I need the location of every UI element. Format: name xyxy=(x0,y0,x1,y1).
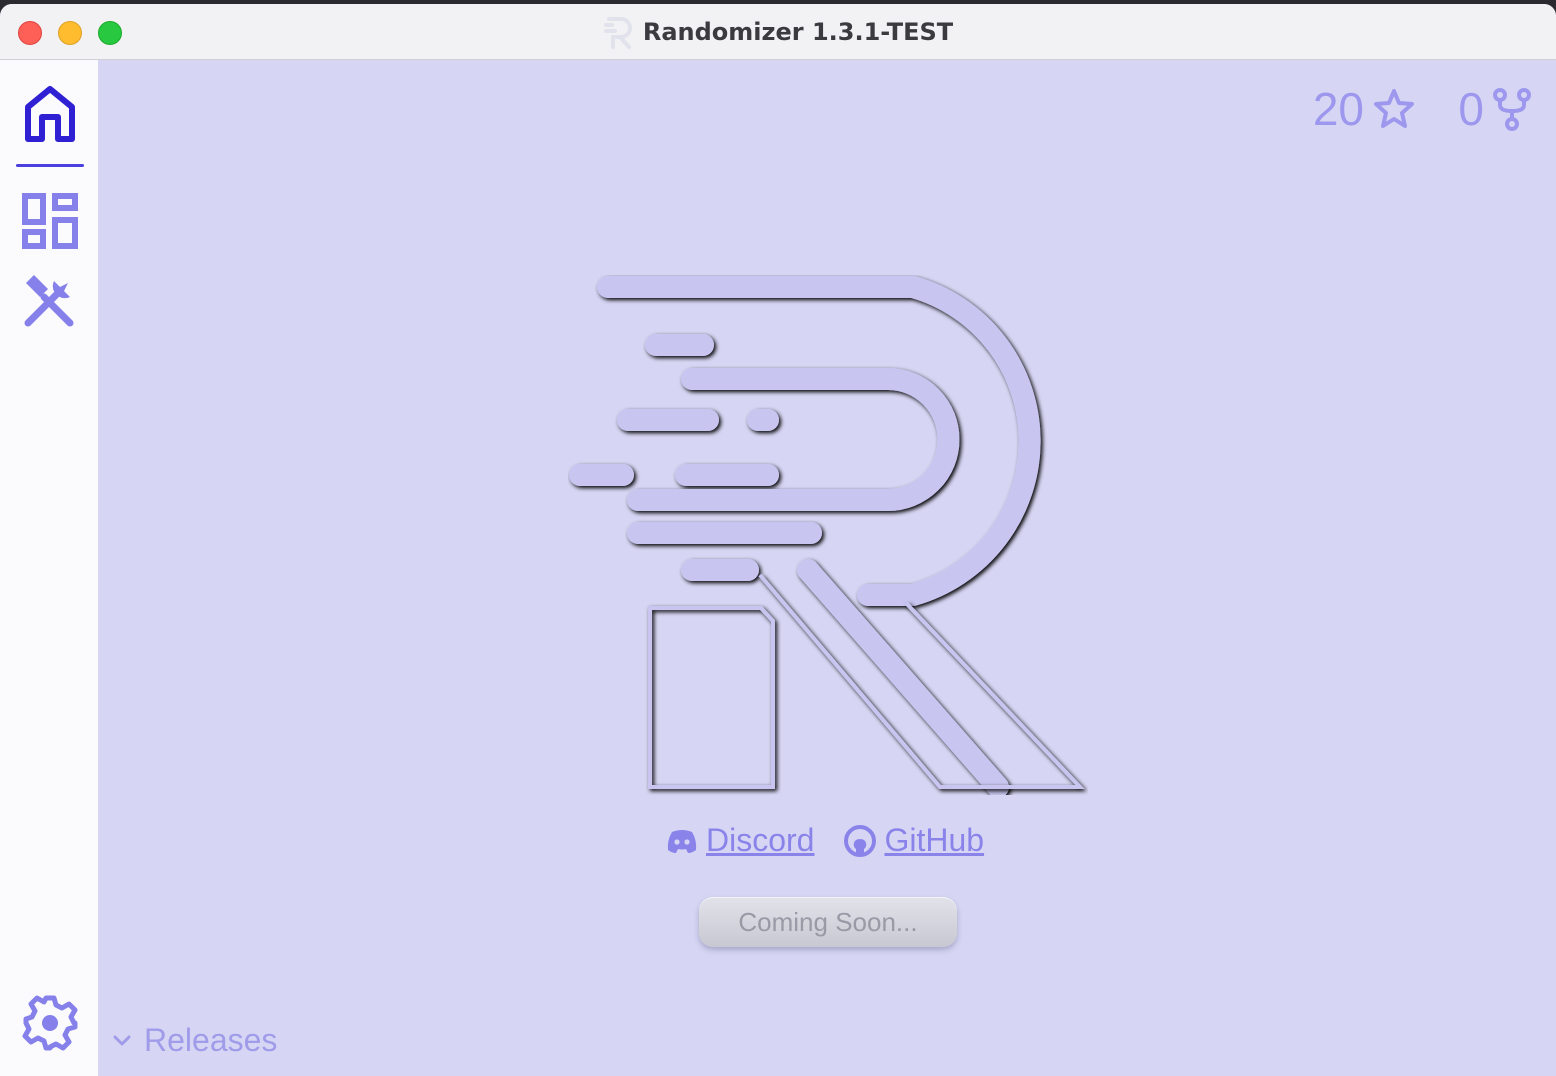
sidebar-item-tools[interactable] xyxy=(16,270,84,332)
discord-icon xyxy=(667,829,697,853)
github-link[interactable]: GitHub xyxy=(844,822,984,859)
stars-count[interactable]: 20 xyxy=(1313,82,1416,136)
discord-label: Discord xyxy=(706,822,815,858)
social-links: Discord GitHub xyxy=(666,822,984,859)
dashboard-icon xyxy=(22,193,78,249)
tools-icon xyxy=(24,275,74,327)
chevron-down-icon xyxy=(113,1035,131,1045)
app-logo-icon xyxy=(603,17,632,49)
main-content: 20 0 Discord GitHub Coming Soon... Relea… xyxy=(98,60,1556,1076)
sidebar xyxy=(0,60,98,1076)
title-bar: Randomizer 1.3.1-TEST xyxy=(0,4,1556,60)
github-icon xyxy=(844,824,877,857)
randomizer-logo-icon xyxy=(569,276,1085,795)
gear-icon xyxy=(22,995,78,1051)
discord-link[interactable]: Discord xyxy=(666,822,814,859)
forks-value: 0 xyxy=(1458,83,1484,135)
sidebar-item-home[interactable] xyxy=(16,82,84,144)
window-title: Randomizer 1.3.1-TEST xyxy=(642,18,954,46)
stars-value: 20 xyxy=(1312,83,1364,135)
star-icon xyxy=(1374,89,1414,128)
coming-soon-button[interactable]: Coming Soon... xyxy=(699,897,957,947)
sidebar-item-dashboard[interactable] xyxy=(16,190,84,252)
fork-icon xyxy=(1493,88,1531,131)
forks-count[interactable]: 0 xyxy=(1458,82,1532,136)
home-icon xyxy=(25,86,75,142)
sidebar-item-settings[interactable] xyxy=(16,992,84,1054)
app-window: Randomizer 1.3.1-TEST 20 0 Discord GitHu… xyxy=(0,4,1556,1076)
releases-toggle[interactable]: Releases xyxy=(112,1022,277,1059)
github-label: GitHub xyxy=(884,822,985,858)
releases-label: Releases xyxy=(144,1022,278,1058)
active-tab-indicator xyxy=(16,164,84,167)
